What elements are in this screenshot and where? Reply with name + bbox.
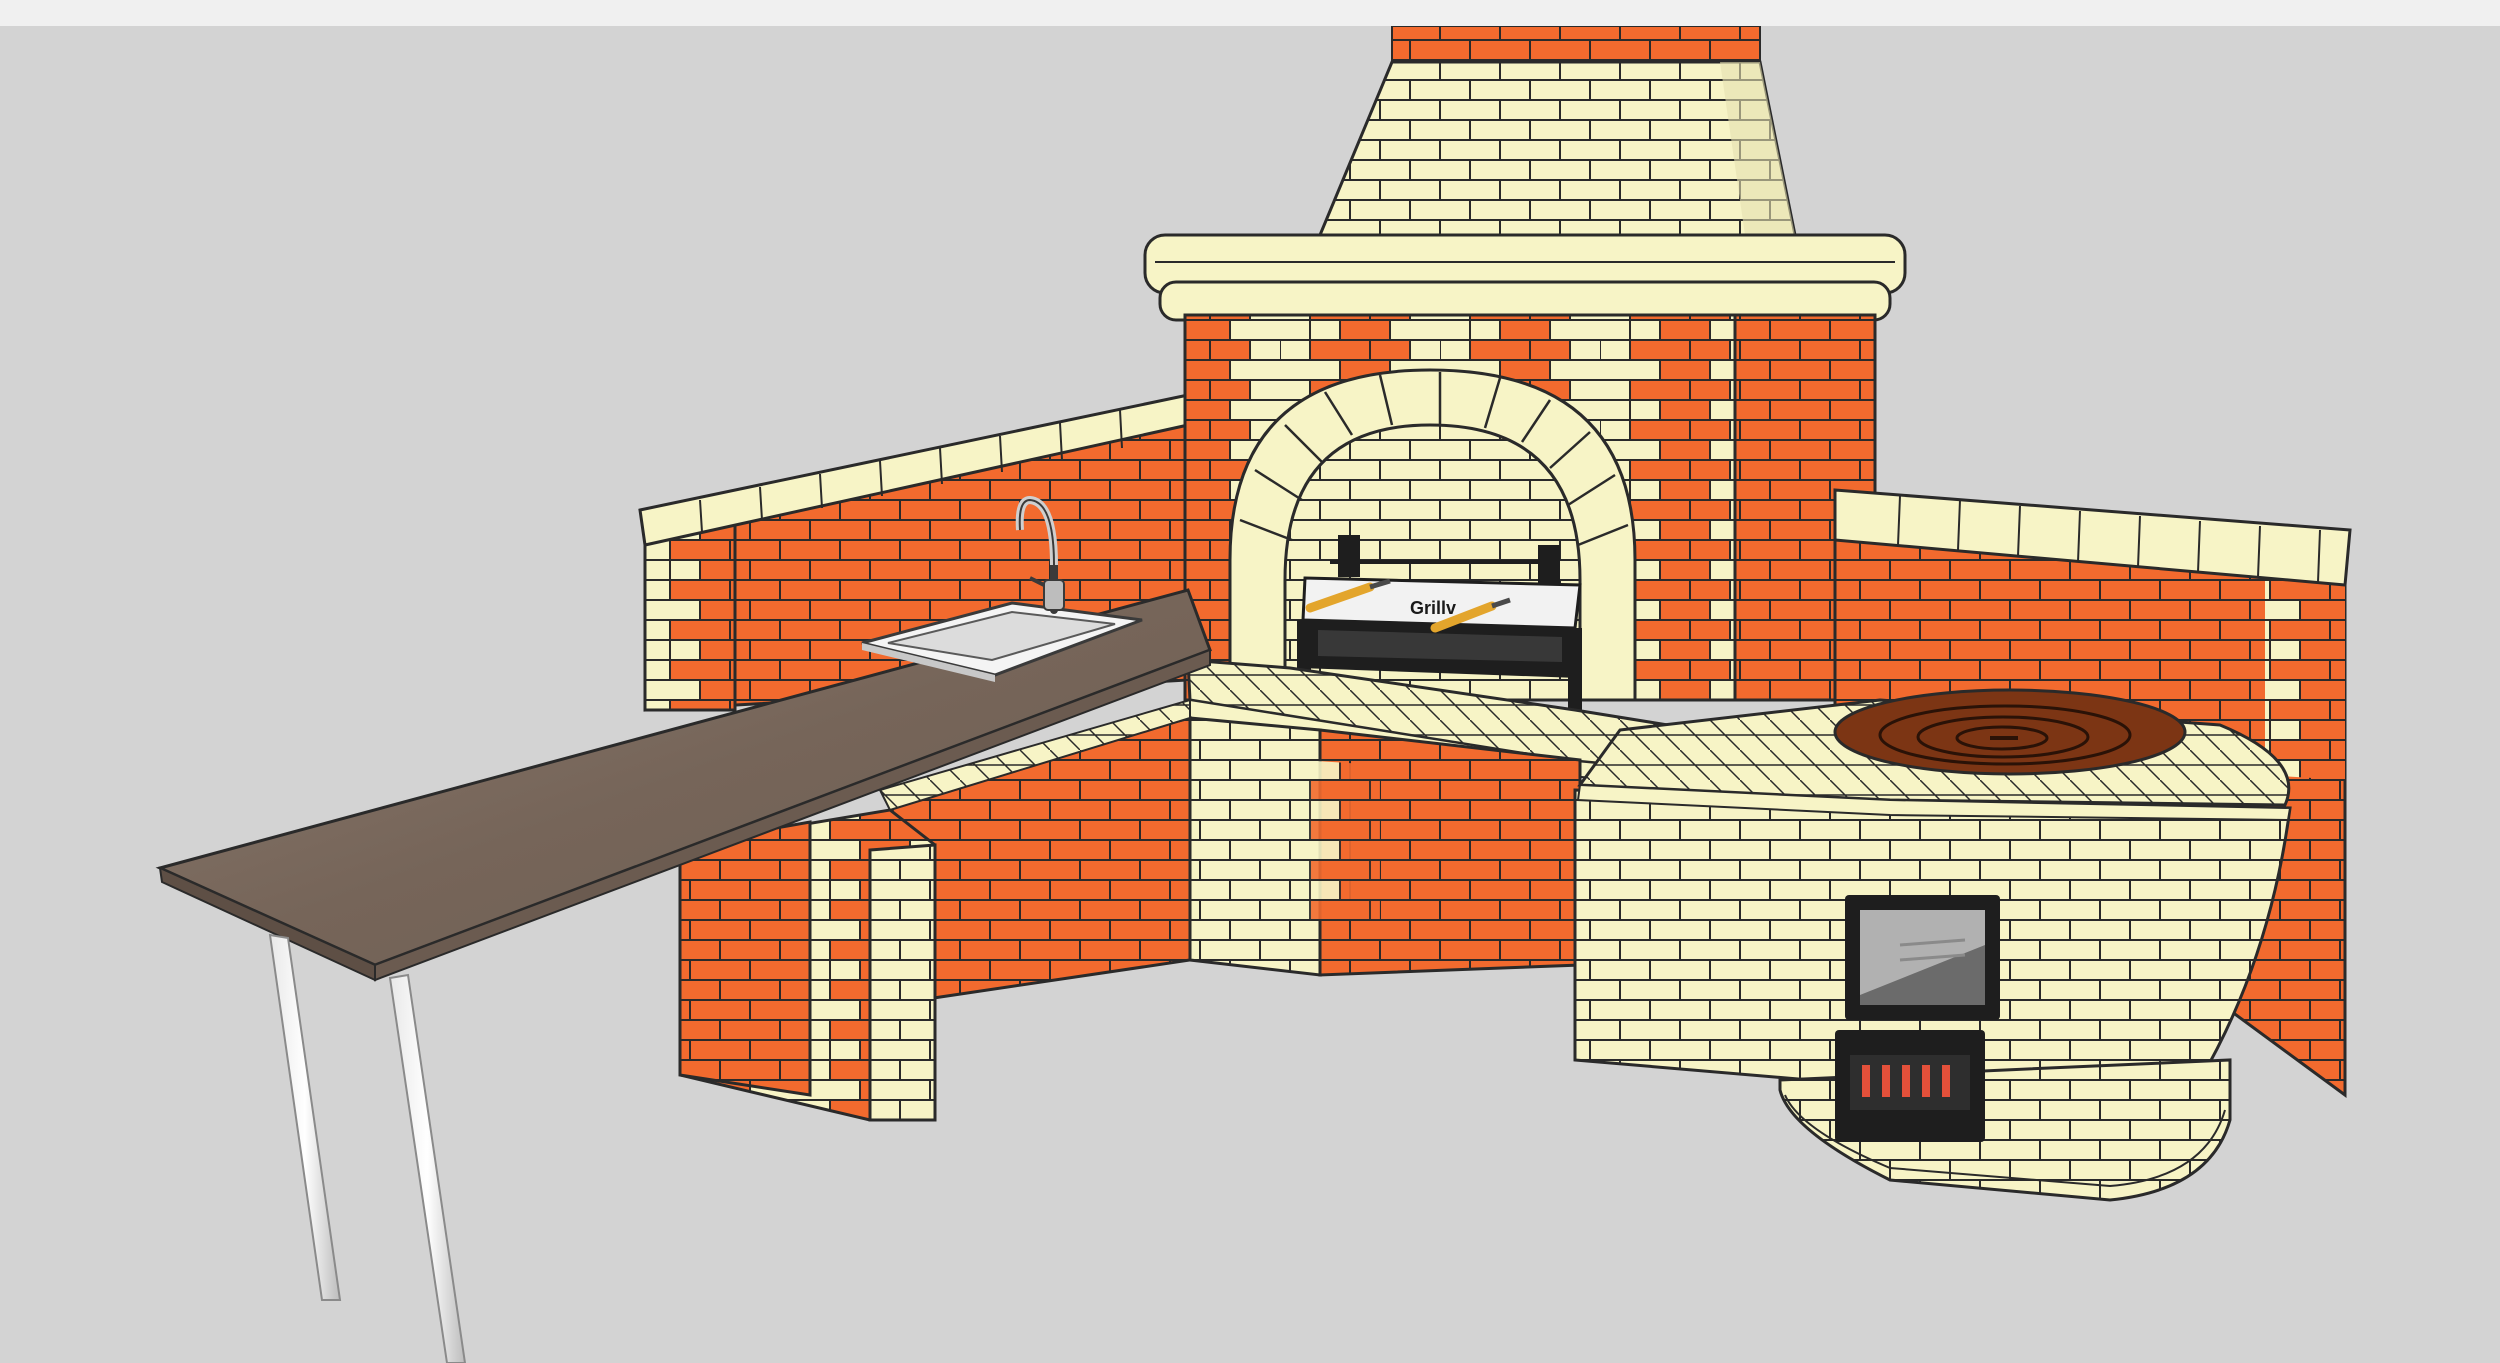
oven-base [1188, 716, 1582, 977]
scene-drawing[interactable]: Grillv [0, 26, 2500, 1363]
sketch-app-window: Grillv [0, 0, 2500, 1363]
chimney [1317, 26, 1797, 237]
ash-door-icon[interactable] [1835, 1030, 1985, 1142]
hood-cornice [1143, 233, 1907, 322]
cooktop-plate [1833, 688, 2187, 776]
app-top-bar [0, 0, 2500, 27]
grill-brand-label: Grillv [1410, 598, 1456, 618]
3d-viewport[interactable]: Grillv [0, 26, 2500, 1363]
countertop-legs [268, 933, 467, 1363]
firebox-door-icon[interactable] [1845, 895, 2000, 1020]
